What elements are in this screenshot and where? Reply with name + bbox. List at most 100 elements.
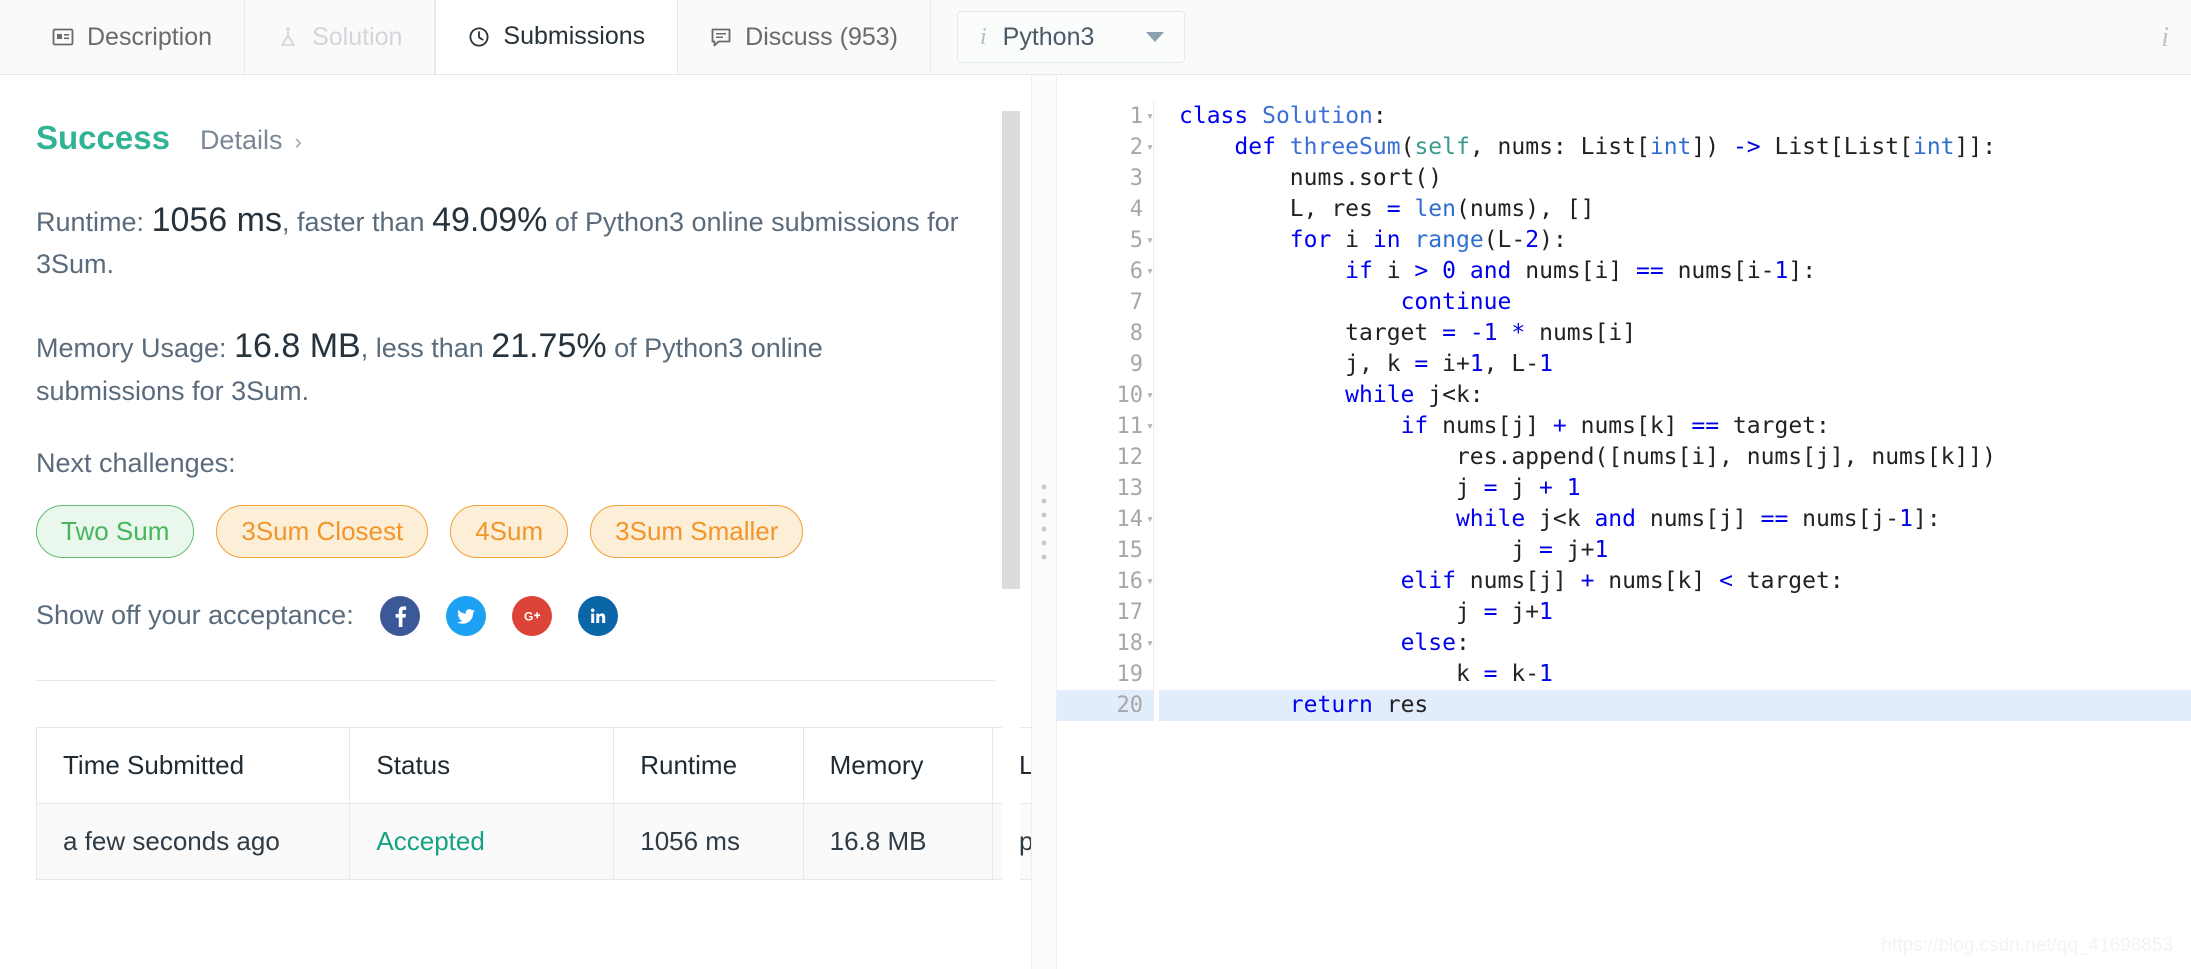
fold-toggle-icon[interactable]: ▾ bbox=[1143, 411, 1157, 442]
line-number: 6 ▾ bbox=[1057, 256, 1154, 287]
watermark: https://blog.csdn.net/qq_41698853 bbox=[1881, 935, 2173, 956]
fold-toggle-icon[interactable]: ▾ bbox=[1143, 101, 1157, 132]
submissions-panel: Success Details › Runtime: 1056 ms, fast… bbox=[0, 75, 1031, 969]
code-line[interactable]: 7 continue bbox=[1057, 287, 2191, 318]
code-line[interactable]: 13 j = j + 1 bbox=[1057, 473, 2191, 504]
fold-toggle-icon[interactable]: ▾ bbox=[1143, 380, 1157, 411]
memory-percentile: 21.75% bbox=[491, 327, 607, 366]
line-number: 3 bbox=[1129, 166, 1143, 191]
cell-memory: 16.8 MB bbox=[802, 802, 994, 880]
fold-toggle-icon[interactable]: ▾ bbox=[1143, 132, 1157, 163]
code-line[interactable]: 18 ▾ else: bbox=[1057, 628, 2191, 659]
memory-mid: , less than bbox=[360, 333, 484, 364]
google-plus-icon[interactable]: G bbox=[511, 595, 552, 636]
comment-icon bbox=[710, 26, 732, 48]
language-select[interactable]: i Python3 bbox=[956, 11, 1185, 63]
share-label: Show off your acceptance: bbox=[36, 600, 354, 631]
code-line-text: j = j + 1 bbox=[1179, 475, 1581, 501]
column-header-status[interactable]: Status bbox=[349, 726, 615, 804]
code-line[interactable]: 14 ▾ while j<k and nums[j] == nums[j-1]: bbox=[1057, 504, 2191, 535]
code-line-text: k = k-1 bbox=[1179, 661, 1553, 687]
code-line[interactable]: 8 target = -1 * nums[i] bbox=[1057, 318, 2191, 349]
flask-icon bbox=[277, 26, 299, 48]
fold-toggle-icon[interactable]: ▾ bbox=[1143, 628, 1157, 659]
code-line[interactable]: 4 L, res = len(nums), [] bbox=[1057, 194, 2191, 225]
line-number: 8 bbox=[1129, 321, 1143, 346]
code-line[interactable]: 16 ▾ elif nums[j] + nums[k] < target: bbox=[1057, 566, 2191, 597]
code-line[interactable]: 5 ▾ for i in range(L-2): bbox=[1057, 225, 2191, 256]
fold-toggle-icon[interactable]: ▾ bbox=[1143, 566, 1157, 597]
code-line[interactable]: 15 j = j+1 bbox=[1057, 535, 2191, 566]
line-number: 7 bbox=[1129, 290, 1143, 315]
table-row[interactable]: a few seconds ago Accepted 1056 ms 16.8 … bbox=[35, 802, 1031, 880]
code-line[interactable]: 3 nums.sort() bbox=[1057, 163, 2191, 194]
linkedin-icon[interactable] bbox=[577, 595, 618, 636]
code-editor[interactable]: 1 ▾ class Solution: 2 ▾ def threeSum(self, n… bbox=[1057, 75, 2191, 969]
next-challenges-label: Next challenges: bbox=[36, 447, 236, 478]
line-number: 12 bbox=[1116, 445, 1144, 470]
tab-description[interactable]: Description bbox=[0, 0, 246, 74]
clock-icon bbox=[468, 26, 490, 48]
code-line[interactable]: 1 ▾ class Solution: bbox=[1057, 101, 2191, 132]
fold-toggle-icon[interactable]: ▾ bbox=[1143, 504, 1157, 535]
challenge-chip[interactable]: 3Sum Smaller bbox=[590, 504, 804, 558]
code-line[interactable]: 17 j = j+1 bbox=[1057, 597, 2191, 628]
tab-submissions-label: Submissions bbox=[503, 22, 646, 50]
line-number: 4 bbox=[1129, 197, 1143, 222]
details-link[interactable]: Details › bbox=[200, 125, 302, 156]
code-line-text: elif nums[j] + nums[k] < target: bbox=[1400, 568, 1844, 594]
twitter-icon[interactable] bbox=[445, 595, 486, 636]
memory-prefix: Memory Usage: bbox=[36, 333, 227, 364]
line-number: 20 bbox=[1116, 693, 1144, 718]
code-line[interactable]: 20 return res bbox=[1057, 690, 2191, 721]
facebook-icon[interactable] bbox=[379, 595, 420, 636]
code-line-text: j = j+1 bbox=[1179, 537, 1609, 563]
code-line[interactable]: 12 res.append([nums[i], nums[j], nums[k]… bbox=[1057, 442, 2191, 473]
fold-toggle-icon[interactable]: ▾ bbox=[1143, 256, 1157, 287]
line-number: 18 ▾ bbox=[1057, 628, 1154, 659]
details-link-label: Details bbox=[199, 125, 283, 155]
fold-toggle-icon[interactable]: ▾ bbox=[1143, 225, 1157, 256]
description-icon bbox=[52, 26, 74, 48]
share-row: Show off your acceptance: G bbox=[36, 595, 995, 636]
code-line-text: nums.sort() bbox=[1179, 165, 1443, 191]
table-header-row: Time Submitted Status Runtime Memory Lan… bbox=[35, 726, 1031, 804]
code-line[interactable]: 10 ▾ while j<k: bbox=[1057, 380, 2191, 411]
code-line[interactable]: 19 k = k-1 bbox=[1057, 659, 2191, 690]
tab-submissions[interactable]: Submissions bbox=[435, 0, 679, 74]
code-line-text: while j<k: bbox=[1345, 382, 1484, 408]
runtime-prefix: Runtime: bbox=[36, 207, 145, 237]
code-line-text: continue bbox=[1400, 289, 1512, 315]
line-number: 13 bbox=[1116, 476, 1144, 501]
runtime-stat: Runtime: 1056 ms, faster than 49.09% of … bbox=[36, 195, 966, 285]
cell-status[interactable]: Accepted bbox=[349, 802, 615, 880]
left-pane-scrollbar[interactable] bbox=[1002, 75, 1020, 969]
tab-bar: Description Solution Submissions Discuss bbox=[0, 0, 2191, 75]
left-pane-scrollbar-thumb[interactable] bbox=[1002, 111, 1020, 589]
code-line-text: j = j+1 bbox=[1179, 599, 1553, 625]
line-number: 5 ▾ bbox=[1057, 225, 1154, 256]
tab-discuss[interactable]: Discuss (953) bbox=[678, 0, 931, 74]
code-line[interactable]: 11 ▾ if nums[j] + nums[k] == target: bbox=[1057, 411, 2191, 442]
tab-description-label: Description bbox=[87, 22, 213, 51]
panel-splitter[interactable] bbox=[1031, 75, 1057, 969]
line-number: 11 ▾ bbox=[1057, 411, 1154, 442]
challenge-chip[interactable]: 4Sum bbox=[450, 504, 569, 558]
code-line-text: L, res = len(nums), [] bbox=[1179, 196, 1595, 222]
column-header-runtime[interactable]: Runtime bbox=[613, 726, 804, 804]
code-line-text: j, k = i+1, L-1 bbox=[1179, 351, 1553, 377]
challenge-chip[interactable]: 3Sum Closest bbox=[216, 504, 429, 558]
language-select-value: Python3 bbox=[1002, 22, 1095, 51]
memory-stat: Memory Usage: 16.8 MB, less than 21.75% … bbox=[36, 321, 966, 411]
code-line[interactable]: 2 ▾ def threeSum(self, nums: List[int]) -… bbox=[1057, 132, 2191, 163]
code-line[interactable]: 9 j, k = i+1, L-1 bbox=[1057, 349, 2191, 380]
tab-solution[interactable]: Solution bbox=[245, 0, 436, 74]
runtime-mid: , faster than bbox=[281, 207, 425, 237]
info-icon[interactable]: i bbox=[2161, 22, 2169, 54]
code-line[interactable]: 6 ▾ if i > 0 and nums[i] == nums[i-1]: bbox=[1057, 256, 2191, 287]
column-header-time-submitted[interactable]: Time Submitted bbox=[35, 726, 351, 804]
memory-value: 16.8 MB bbox=[234, 327, 361, 366]
challenge-chip[interactable]: Two Sum bbox=[36, 504, 195, 558]
column-header-memory[interactable]: Memory bbox=[802, 726, 994, 804]
status-badge: Success bbox=[36, 119, 170, 156]
